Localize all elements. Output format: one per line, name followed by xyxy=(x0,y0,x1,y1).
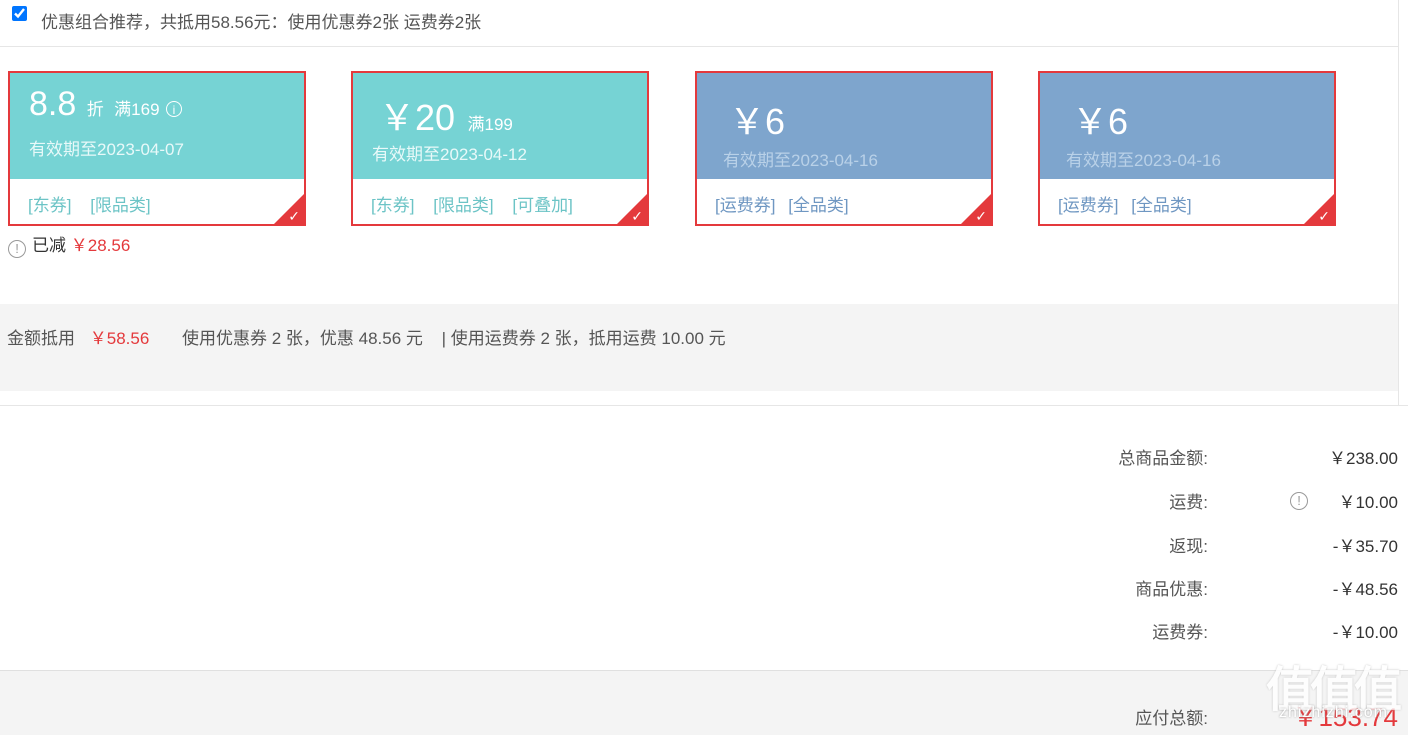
coupon-tag: [运费券] xyxy=(1058,196,1119,215)
coupon-top: ￥20 满199 有效期至2023-04-12 xyxy=(353,73,647,179)
info-icon[interactable]: i xyxy=(166,101,182,117)
coupon-top: 8.8 折 满169 i 有效期至2023-04-07 xyxy=(10,73,304,179)
section-divider xyxy=(0,405,1408,406)
watermark-text: zhizhizhi.com xyxy=(1278,704,1388,721)
shipping-coupon-value: -￥10.00 xyxy=(1332,623,1398,642)
coupon-tag: [运费券] xyxy=(715,196,776,215)
coupon-recommendation-row: 优惠组合推荐，共抵用58.56元：使用优惠券2张 运费券2张 xyxy=(0,0,1398,47)
total-goods-label: 总商品金额: xyxy=(1118,449,1208,468)
total-goods-value: ￥238.00 xyxy=(1329,449,1398,468)
shipping-row: 运费: ! ￥10.00 xyxy=(0,488,1408,512)
summary-coupon-text: 使用优惠券 2 张，优惠 48.56 元 xyxy=(182,329,423,348)
coupon-amount: ￥6 xyxy=(729,101,786,142)
check-icon: ✓ xyxy=(288,208,300,224)
total-goods-row: 总商品金额: ￥238.00 xyxy=(0,444,1408,468)
coupon-top: ￥6 有效期至2023-04-16 xyxy=(1040,73,1334,179)
discount-summary: 金额抵用 ￥58.56 使用优惠券 2 张，优惠 48.56 元 | 使用运费券… xyxy=(0,304,1398,391)
coupon-amount: ￥6 xyxy=(1072,101,1129,142)
right-divider xyxy=(1398,0,1399,405)
check-icon: ✓ xyxy=(975,208,987,224)
coupon-top: ￥6 有效期至2023-04-16 xyxy=(697,73,991,179)
reduced-amount-line: ! 已减 ￥28.56 xyxy=(8,231,130,258)
summary-amount: ￥58.56 xyxy=(89,329,150,348)
coupon-tag: [东券] xyxy=(371,196,415,215)
check-icon: ✓ xyxy=(1318,208,1330,224)
summary-label: 金额抵用 xyxy=(7,329,75,348)
discount-label: 商品优惠: xyxy=(1135,580,1208,599)
coupon-tag: [全品类] xyxy=(1131,196,1192,215)
check-icon: ✓ xyxy=(631,208,643,224)
coupon-tags: [运费券] [全品类] xyxy=(715,191,857,216)
coupon-tags: [东券] [限品类] xyxy=(28,191,165,216)
coupon-validity: 有效期至2023-04-07 xyxy=(29,140,184,159)
discount-row: 商品优惠: -￥48.56 xyxy=(0,575,1408,599)
coupon-card-4[interactable]: ￥6 有效期至2023-04-16 [运费券] [全品类] ✓ xyxy=(1038,71,1336,226)
exclamation-icon[interactable]: ! xyxy=(8,240,26,258)
coupon-validity: 有效期至2023-04-12 xyxy=(372,145,527,164)
payable-label: 应付总额: xyxy=(1135,709,1208,728)
coupon-amount: 8.8 xyxy=(29,85,77,123)
cashback-row: 返现: -￥35.70 xyxy=(0,532,1408,556)
coupon-card-1[interactable]: 8.8 折 满169 i 有效期至2023-04-07 [东券] [限品类] ✓ xyxy=(8,71,306,226)
shipping-value: ￥10.00 xyxy=(1338,493,1398,512)
shipping-coupon-label: 运费券: xyxy=(1152,623,1208,642)
coupon-tag: [东券] xyxy=(28,196,72,215)
coupon-tag: [限品类] xyxy=(433,196,494,215)
cashback-label: 返现: xyxy=(1169,537,1208,556)
coupon-card-3[interactable]: ￥6 有效期至2023-04-16 [运费券] [全品类] ✓ xyxy=(695,71,993,226)
shipping-label: 运费: xyxy=(1169,493,1208,512)
payable-total-band: 应付总额: ￥153.74 xyxy=(0,670,1408,735)
coupon-validity: 有效期至2023-04-16 xyxy=(723,151,878,170)
reduced-label: 已减 xyxy=(32,236,66,255)
summary-shipping-text: | 使用运费券 2 张，抵用运费 10.00 元 xyxy=(441,329,726,348)
cashback-value: -￥35.70 xyxy=(1332,537,1398,556)
coupon-condition: 满169 xyxy=(114,100,160,119)
coupon-unit: 折 xyxy=(86,100,104,119)
discount-value: -￥48.56 xyxy=(1332,580,1398,599)
coupon-tags: [运费券] [全品类] xyxy=(1058,191,1200,216)
coupon-tag: [全品类] xyxy=(788,196,849,215)
recommendation-checkbox[interactable] xyxy=(12,6,27,21)
coupon-tag: [可叠加] xyxy=(512,196,573,215)
shipping-coupon-row: 运费券: -￥10.00 xyxy=(0,618,1408,642)
coupon-validity: 有效期至2023-04-16 xyxy=(1066,151,1221,170)
recommendation-text: 优惠组合推荐，共抵用58.56元：使用优惠券2张 运费券2张 xyxy=(41,13,482,32)
coupon-card-2[interactable]: ￥20 满199 有效期至2023-04-12 [东券] [限品类] [可叠加]… xyxy=(351,71,649,226)
coupon-amount: ￥20 xyxy=(379,97,456,138)
exclamation-icon[interactable]: ! xyxy=(1290,492,1308,510)
reduced-value: ￥28.56 xyxy=(70,236,131,255)
coupon-condition: 满199 xyxy=(467,115,513,134)
coupon-tag: [限品类] xyxy=(90,196,151,215)
coupon-tags: [东券] [限品类] [可叠加] xyxy=(371,191,587,216)
